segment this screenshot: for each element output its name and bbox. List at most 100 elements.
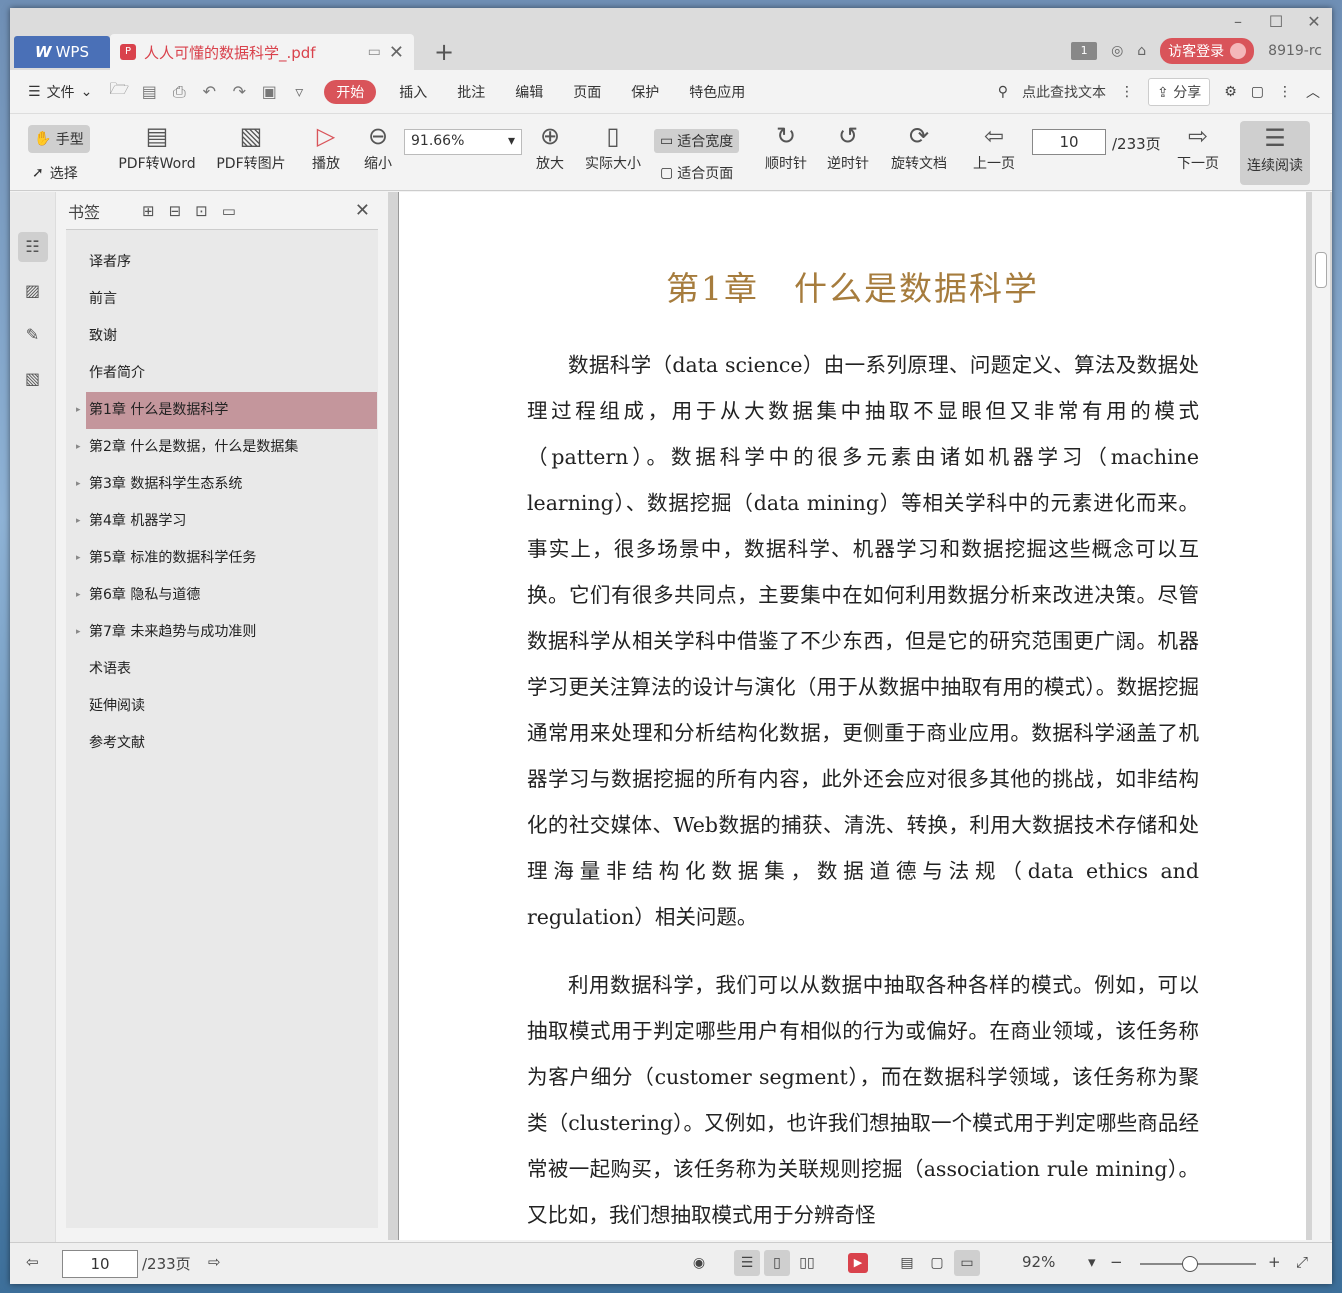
print-icon[interactable]: ⎙ <box>164 82 194 102</box>
status-page-input[interactable]: 10 <box>62 1250 138 1278</box>
close-panel-icon[interactable]: ✕ <box>355 200 370 221</box>
status-prev-page-icon[interactable]: ⇦ <box>26 1253 39 1271</box>
bookmark-item[interactable]: 作者简介 <box>86 355 377 392</box>
bookmark-item[interactable]: ▸ 第6章 隐私与道德 <box>76 577 377 614</box>
document-tab[interactable]: P 人人可懂的数据科学_.pdf ▭ ✕ <box>110 34 414 70</box>
undo-icon[interactable]: ↶ <box>194 82 224 101</box>
hand-tool-button[interactable]: ✋ 手型 <box>28 125 90 153</box>
vertical-scrollbar[interactable] <box>1312 192 1330 1240</box>
zoom-slider-knob[interactable] <box>1182 1256 1198 1272</box>
play-button[interactable]: ▷ 播放 <box>304 119 348 173</box>
skin-icon[interactable]: ◎ <box>1111 43 1123 59</box>
zoom-in-button[interactable]: ⊕ 放大 <box>528 119 572 173</box>
collapse-ribbon-icon[interactable]: ︿ <box>1306 82 1320 102</box>
pin-icon[interactable]: ▭ <box>368 44 381 60</box>
scrollbar-thumb[interactable] <box>1315 252 1327 288</box>
shirt-icon[interactable]: ⌂ <box>1137 43 1146 59</box>
zoom-minus-icon[interactable]: − <box>1110 1253 1123 1271</box>
actual-size-status-icon[interactable]: ▤ <box>894 1250 920 1276</box>
play-slideshow-icon[interactable]: ▶ <box>848 1253 868 1273</box>
bookmark-item[interactable]: ▸ 第4章 机器学习 <box>76 503 377 540</box>
bookmark-item[interactable]: 延伸阅读 <box>86 688 377 725</box>
comment-icon[interactable]: ▢ <box>1251 84 1264 100</box>
share-button[interactable]: ⇪ 分享 <box>1148 78 1211 106</box>
tab-protect[interactable]: 保护 <box>616 82 674 102</box>
fullscreen-icon[interactable]: ⤢ <box>1296 1253 1308 1271</box>
export-image-icon[interactable]: ▣ <box>254 82 284 101</box>
annotation-icon[interactable]: ✎ <box>18 320 48 350</box>
tab-page[interactable]: 页面 <box>558 82 616 102</box>
close-window-icon[interactable]: ✕ <box>1306 12 1322 31</box>
zoom-slider[interactable] <box>1140 1256 1256 1272</box>
eye-protection-icon[interactable]: ◉ <box>686 1250 712 1276</box>
login-button[interactable]: 访客登录 <box>1160 38 1255 64</box>
bookmark-options-icon[interactable]: ▭ <box>222 202 236 220</box>
collapse-all-icon[interactable]: ⊟ <box>169 202 182 220</box>
bookmark-item[interactable]: ▸ 第7章 未来趋势与成功准则 <box>76 614 377 651</box>
new-tab-button[interactable]: + <box>434 38 454 66</box>
tab-edit[interactable]: 编辑 <box>500 82 558 102</box>
fit-width-status-icon[interactable]: ▭ <box>954 1250 980 1276</box>
page-number-input[interactable]: 10 <box>1032 129 1106 155</box>
more-icon[interactable]: ⋮ <box>1278 84 1292 100</box>
bookmark-item[interactable]: ▸ 第2章 什么是数据，什么是数据集 <box>76 429 377 466</box>
bookmark-item[interactable]: 译者序 <box>86 244 377 281</box>
bookmark-item[interactable]: ▸ 第1章 什么是数据科学 <box>76 392 377 429</box>
bookmark-item[interactable]: 前言 <box>86 281 377 318</box>
window-count-badge[interactable]: 1 <box>1071 42 1098 60</box>
more-dropdown-icon[interactable]: ▿ <box>284 82 314 101</box>
open-folder-icon[interactable]: 🗁 <box>104 78 134 105</box>
bookmark-item[interactable]: ▸ 第3章 数据科学生态系统 <box>76 466 377 503</box>
pdf-to-image-button[interactable]: ▧ PDF转图片 <box>212 119 290 173</box>
expand-arrow-icon[interactable]: ▸ <box>76 577 81 614</box>
expand-arrow-icon[interactable]: ▸ <box>76 392 81 429</box>
expand-arrow-icon[interactable]: ▸ <box>76 503 81 540</box>
file-menu[interactable]: ☰ 文件 ⌄ <box>28 82 104 102</box>
add-bookmark-icon[interactable]: ⊡ <box>195 202 208 220</box>
zoom-plus-icon[interactable]: + <box>1268 1253 1281 1271</box>
zoom-out-button[interactable]: ⊖ 缩小 <box>356 119 400 173</box>
gear-icon[interactable]: ⚙ <box>1224 84 1237 100</box>
single-page-view-icon[interactable]: ▯ <box>764 1250 790 1276</box>
rotate-clockwise-button[interactable]: ↻ 顺时针 <box>758 119 814 173</box>
tab-start[interactable]: 开始 <box>324 79 377 104</box>
close-tab-icon[interactable]: ✕ <box>389 42 404 63</box>
two-page-view-icon[interactable]: ▯▯ <box>794 1250 820 1276</box>
zoom-dropdown-icon[interactable]: ▾ <box>1088 1253 1096 1271</box>
select-tool-button[interactable]: ➚ 选择 <box>32 163 78 183</box>
more-vertical-icon[interactable]: ⋮ <box>1120 84 1134 100</box>
expand-all-icon[interactable]: ⊞ <box>142 202 155 220</box>
next-page-button[interactable]: ⇨ 下一页 <box>1170 119 1226 173</box>
fit-page-status-icon[interactable]: ▢ <box>924 1250 950 1276</box>
status-next-page-icon[interactable]: ⇨ <box>208 1253 221 1271</box>
bookmark-item[interactable]: 术语表 <box>86 651 377 688</box>
fit-width-button[interactable]: ▭ 适合宽度 <box>654 129 740 153</box>
minimize-icon[interactable]: – <box>1230 12 1246 31</box>
expand-arrow-icon[interactable]: ▸ <box>76 466 81 503</box>
save-icon[interactable]: ▤ <box>134 82 164 101</box>
bookmark-item[interactable]: 致谢 <box>86 318 377 355</box>
fit-page-button[interactable]: ▢ 适合页面 <box>654 161 739 185</box>
expand-arrow-icon[interactable]: ▸ <box>76 540 81 577</box>
bookmark-item[interactable]: 参考文献 <box>86 725 377 762</box>
zoom-select[interactable]: 91.66% ▾ <box>404 129 522 155</box>
redo-icon[interactable]: ↷ <box>224 82 254 101</box>
zoom-percent[interactable]: 92% <box>1022 1253 1055 1271</box>
thumbnail-icon[interactable]: ▨ <box>18 276 48 306</box>
pdf-to-word-button[interactable]: ▤ PDF转Word <box>112 119 202 173</box>
continuous-view-icon[interactable]: ☰ <box>734 1250 760 1276</box>
actual-size-button[interactable]: ▯ 实际大小 <box>580 119 646 173</box>
rotate-counterclockwise-button[interactable]: ↺ 逆时针 <box>820 119 876 173</box>
expand-arrow-icon[interactable]: ▸ <box>76 429 81 466</box>
tab-insert[interactable]: 插入 <box>384 82 442 102</box>
tab-special[interactable]: 特色应用 <box>674 82 760 102</box>
expand-arrow-icon[interactable]: ▸ <box>76 614 81 651</box>
maximize-icon[interactable]: ☐ <box>1268 12 1284 31</box>
tab-annotate[interactable]: 批注 <box>442 82 500 102</box>
bookmark-item[interactable]: ▸ 第5章 标准的数据科学任务 <box>76 540 377 577</box>
continuous-reading-button[interactable]: ☰ 连续阅读 <box>1240 121 1310 185</box>
search-icon[interactable]: ⚲ <box>998 84 1008 100</box>
prev-page-button[interactable]: ⇦ 上一页 <box>966 119 1022 173</box>
attachment-icon[interactable]: ▧ <box>18 364 48 394</box>
rotate-document-button[interactable]: ⟳ 旋转文档 <box>884 119 954 173</box>
